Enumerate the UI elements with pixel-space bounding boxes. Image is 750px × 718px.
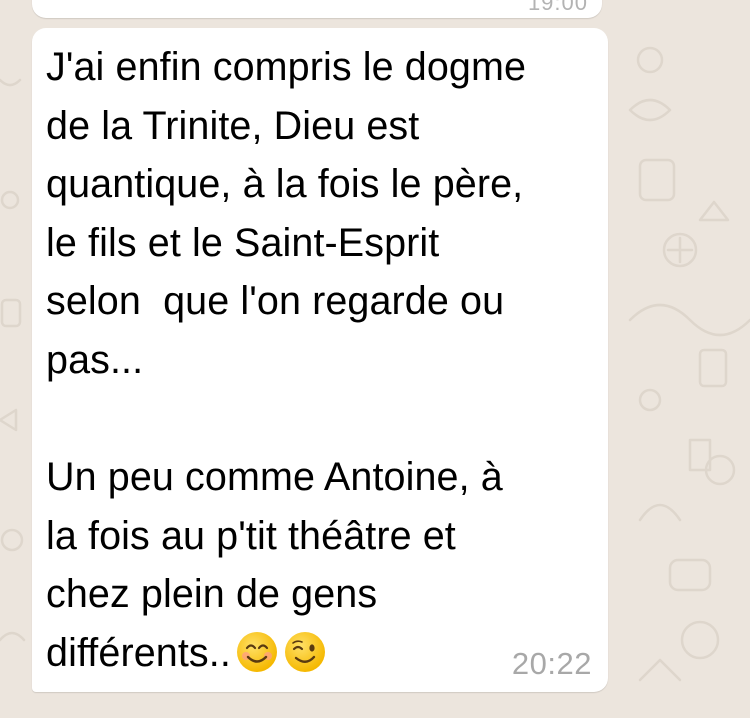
- message-line: pas...: [46, 337, 144, 382]
- message-line: quantique, à la fois le père,: [46, 162, 524, 207]
- message-line: la fois au p'tit théâtre et: [46, 513, 456, 558]
- smiling-face-with-smiling-eyes-icon: [236, 631, 277, 672]
- message-line: selon que l'on regarde ou: [46, 279, 505, 324]
- message-bubble[interactable]: J'ai enfin compris le dogme de la Trinit…: [32, 28, 608, 692]
- previous-message-bubble: 19:00: [32, 0, 602, 18]
- message-line: le fils et le Saint-Esprit: [46, 220, 440, 265]
- message-line: chez plein de gens: [46, 572, 378, 617]
- previous-message-time: 19:00: [527, 0, 588, 15]
- message-line: J'ai enfin compris le dogme: [46, 45, 527, 89]
- message-time: 20:22: [511, 646, 592, 681]
- winking-face-icon: [284, 631, 325, 672]
- message-text: J'ai enfin compris le dogme de la Trinit…: [46, 38, 606, 683]
- message-line: de la Trinite, Dieu est: [46, 103, 420, 148]
- message-line: Un peu comme Antoine, à: [46, 455, 503, 500]
- message-line: différents..: [46, 630, 231, 675]
